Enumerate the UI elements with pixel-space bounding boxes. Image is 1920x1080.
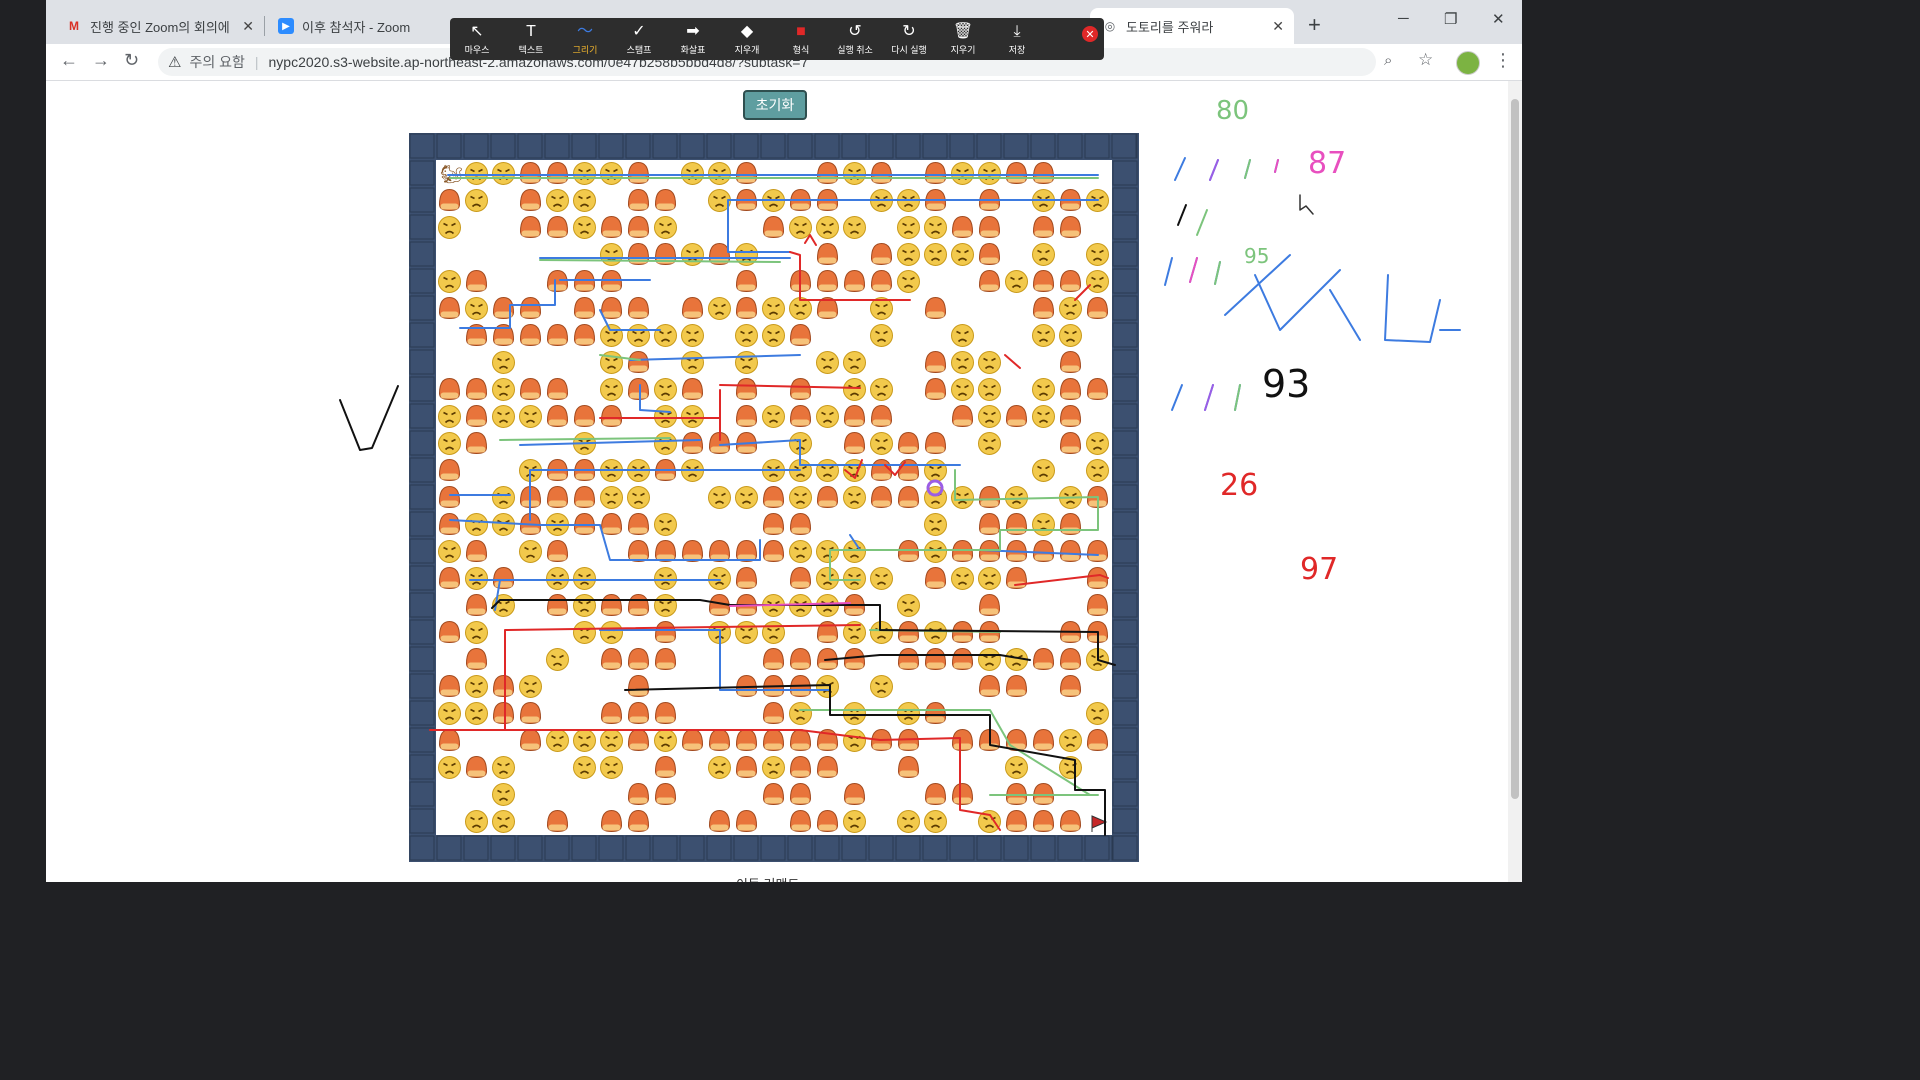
save-icon: ⤓ [1013,22,1021,40]
toolbar-tool-label: 저장 [1008,44,1026,55]
toolbar-tool-label: 다시 실행 [891,44,927,55]
toolbar-tool-label: 텍스트 [518,44,544,55]
toolbar-tool-label: 형식 [792,44,810,55]
toolbar-tool-label: 지우개 [734,44,760,55]
draw-icon: 〜 [576,22,593,40]
toolbar-tool-trash[interactable]: 🗑 지우기 [936,18,990,60]
toolbar-tool-draw[interactable]: 〜 그리기 [558,18,612,60]
toolbar-tool-eraser[interactable]: ◆ 지우개 [720,18,774,60]
format-icon: ■ [796,22,806,40]
zoom-annotation-toolbar: ↖ 마우스 T 텍스트 〜 그리기 ✓ 스탬프 ➡ 화살표 ◆ 지우개 ■ 형식 ↺ 실행 취소 ↻ 다시 실행 🗑… [450,18,1104,60]
trash-icon: 🗑 [952,22,974,40]
toolbar-tool-label: 화살표 [680,44,706,55]
annotation-number: 95 [1244,244,1270,268]
cursor-icon: ↖ [470,22,484,40]
undo-icon: ↺ [848,22,862,40]
toolbar-tool-undo[interactable]: ↺ 실행 취소 [828,18,882,60]
annotation-number: 80 [1216,96,1250,126]
toolbar-tool-label: 그리기 [572,44,598,55]
toolbar-close-button[interactable]: ✕ [1082,26,1098,42]
toolbar-tool-label: 마우스 [464,44,490,55]
annotation-number: 93 [1262,362,1311,406]
stamp-icon: ✓ [632,22,646,40]
toolbar-tool-text[interactable]: T 텍스트 [504,18,558,60]
eraser-icon: ◆ [740,22,754,40]
redo-icon: ↻ [902,22,916,40]
toolbar-tool-label: 스탬프 [626,44,652,55]
toolbar-tool-arrow[interactable]: ➡ 화살표 [666,18,720,60]
toolbar-tool-save[interactable]: ⤓ 저장 [990,18,1044,60]
arrow-icon: ➡ [686,22,700,40]
toolbar-tool-label: 실행 취소 [837,44,873,55]
annotation-number: 87 [1308,146,1347,181]
toolbar-tool-cursor[interactable]: ↖ 마우스 [450,18,504,60]
annotation-number: 97 [1300,552,1339,587]
toolbar-tool-redo[interactable]: ↻ 다시 실행 [882,18,936,60]
annotation-number: 26 [1220,468,1259,503]
toolbar-tool-stamp[interactable]: ✓ 스탬프 [612,18,666,60]
toolbar-tool-label: 지우기 [950,44,976,55]
toolbar-tool-format[interactable]: ■ 형식 [774,18,828,60]
text-icon: T [526,22,536,40]
annotation-overlay [339,157,1461,836]
